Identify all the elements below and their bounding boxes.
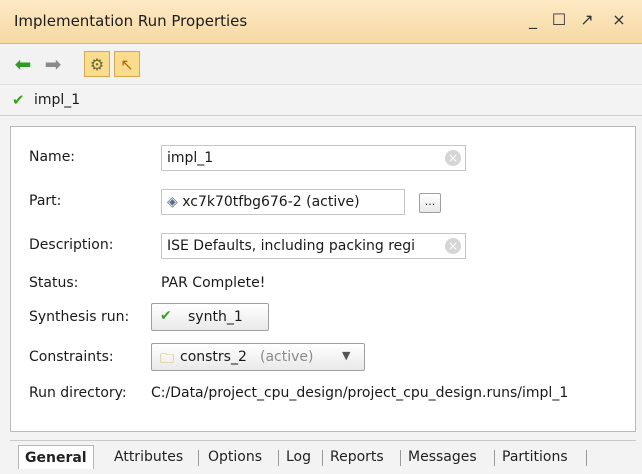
run-directory-label: Run directory: bbox=[29, 385, 127, 401]
tab-attributes[interactable]: Attributes bbox=[108, 445, 189, 469]
clear-icon[interactable]: × bbox=[445, 238, 461, 254]
tab-divider bbox=[278, 450, 279, 466]
constraints-value: constrs_2 bbox=[180, 349, 247, 365]
part-label: Part: bbox=[29, 193, 62, 209]
chip-icon: ◈ bbox=[167, 194, 178, 210]
toolbar: ⬅ ➡ ⚙ ↖ bbox=[0, 45, 642, 85]
pointer-icon[interactable]: ↖ bbox=[114, 51, 140, 77]
clear-icon[interactable]: × bbox=[445, 150, 461, 166]
part-field[interactable]: ◈ xc7k70tfbg676-2 (active) bbox=[161, 189, 405, 215]
folder-icon: 🗀 bbox=[160, 351, 174, 367]
tab-partitions[interactable]: Partitions bbox=[496, 445, 574, 469]
properties-panel: Name: impl_1 × Part: ◈ xc7k70tfbg676-2 (… bbox=[10, 126, 636, 432]
close-button[interactable]: × bbox=[608, 9, 630, 31]
status-label: Status: bbox=[29, 275, 79, 291]
name-label: Name: bbox=[29, 149, 76, 165]
description-field[interactable]: ISE Defaults, including packing regi × bbox=[161, 233, 466, 259]
run-header: ✔ impl_1 bbox=[0, 86, 642, 116]
back-arrow-icon[interactable]: ⬅ bbox=[10, 51, 36, 77]
tab-bar: General Attributes Options Log Reports M… bbox=[10, 440, 636, 470]
tab-general[interactable]: General bbox=[18, 445, 94, 469]
tab-divider bbox=[198, 450, 199, 466]
float-button[interactable]: ↗ bbox=[576, 9, 598, 31]
run-directory-value: C:/Data/project_cpu_design/project_cpu_d… bbox=[151, 385, 569, 401]
name-field[interactable]: impl_1 × bbox=[161, 145, 466, 171]
tab-divider bbox=[400, 450, 401, 466]
check-icon: ✔ bbox=[12, 91, 25, 109]
status-value: PAR Complete! bbox=[161, 275, 266, 291]
window-title: Implementation Run Properties bbox=[14, 12, 248, 30]
tab-log[interactable]: Log bbox=[280, 445, 317, 469]
tab-reports[interactable]: Reports bbox=[324, 445, 390, 469]
tab-divider bbox=[586, 450, 587, 466]
constraints-status: (active) bbox=[260, 349, 314, 365]
part-value: xc7k70tfbg676-2 (active) bbox=[182, 194, 360, 210]
synthesis-run-value: synth_1 bbox=[188, 309, 243, 325]
tab-divider bbox=[322, 450, 323, 466]
minimize-button[interactable]: _ bbox=[522, 9, 544, 31]
tab-divider bbox=[494, 450, 495, 466]
check-icon: ✔ bbox=[160, 308, 172, 324]
constraints-label: Constraints: bbox=[29, 349, 114, 365]
run-name: impl_1 bbox=[34, 92, 81, 108]
description-label: Description: bbox=[29, 237, 114, 253]
forward-arrow-icon[interactable]: ➡ bbox=[40, 51, 66, 77]
title-bar: Implementation Run Properties _ ☐ ↗ × bbox=[0, 0, 642, 44]
name-value: impl_1 bbox=[167, 150, 214, 166]
description-value: ISE Defaults, including packing regi bbox=[167, 238, 416, 254]
chevron-down-icon[interactable]: ▼ bbox=[342, 349, 350, 362]
synthesis-run-label: Synthesis run: bbox=[29, 309, 130, 325]
constraints-dropdown[interactable]: 🗀 constrs_2 (active) ▼ bbox=[151, 343, 365, 371]
tab-messages[interactable]: Messages bbox=[402, 445, 483, 469]
browse-part-button[interactable]: ... bbox=[419, 193, 441, 213]
maximize-button[interactable]: ☐ bbox=[548, 9, 570, 31]
synthesis-run-button[interactable]: ✔ synth_1 bbox=[151, 303, 269, 331]
settings-gear-icon[interactable]: ⚙ bbox=[84, 51, 110, 77]
tab-options[interactable]: Options bbox=[202, 445, 268, 469]
